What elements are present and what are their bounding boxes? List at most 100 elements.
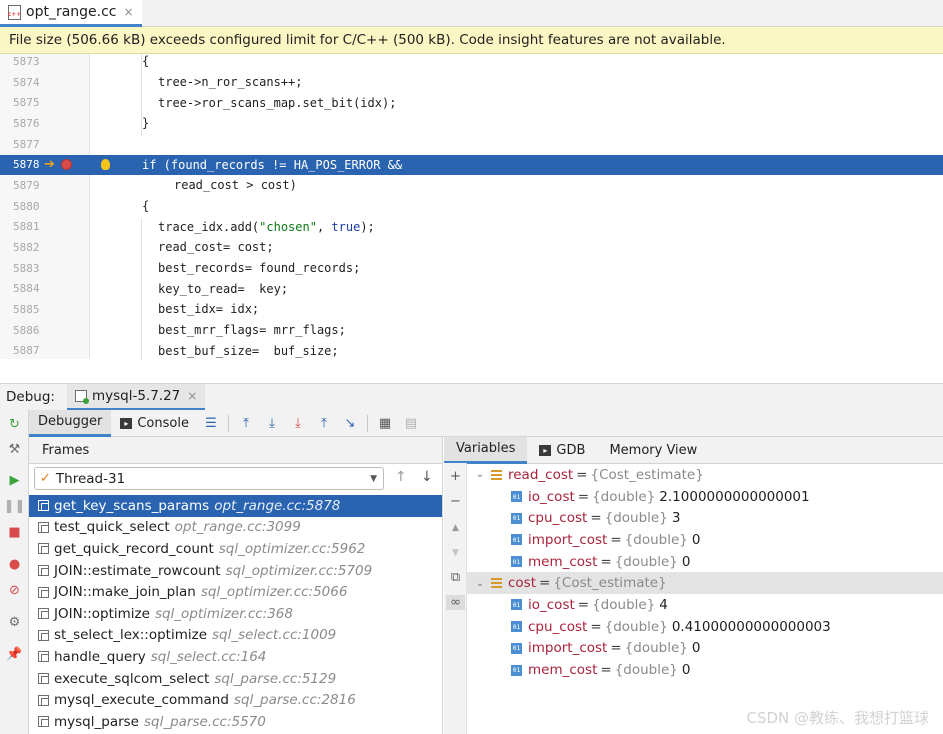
code-text: trace_idx.add("chosen", true); bbox=[158, 220, 375, 234]
frames-header: Frames bbox=[29, 437, 442, 464]
variable-row[interactable]: 01 import_cost = {double} 0 bbox=[467, 529, 943, 551]
code-text: best_records= found_records; bbox=[158, 261, 361, 276]
code-line[interactable]: 5887 best_buf_size= buf_size; bbox=[0, 341, 943, 360]
thread-dropdown[interactable]: ✓ Thread-31 ▼ bbox=[34, 467, 384, 490]
frame-icon bbox=[38, 565, 49, 577]
tab-gdb[interactable]: ▸ GDB bbox=[527, 437, 597, 464]
code-line[interactable]: 5885 best_idx= idx; bbox=[0, 299, 943, 320]
code-line[interactable]: 5877 bbox=[0, 134, 943, 155]
breakpoint-icon[interactable] bbox=[61, 159, 72, 171]
frame-icon bbox=[38, 673, 49, 685]
variable-row[interactable]: 01 mem_cost = {double} 0 bbox=[467, 659, 943, 681]
step-over-icon[interactable]: ⤓ bbox=[259, 410, 285, 437]
code-line[interactable]: 5886 best_mrr_flags= mrr_flags; bbox=[0, 320, 943, 341]
code-line[interactable]: 5884 key_to_read= key; bbox=[0, 279, 943, 300]
frame-row[interactable]: mysql_parse sql_parse.cc:5570 bbox=[29, 711, 442, 733]
run-to-cursor-icon[interactable]: ↘ bbox=[337, 410, 363, 437]
frame-function: JOIN::optimize bbox=[54, 605, 150, 622]
line-number: 5883 bbox=[13, 261, 40, 275]
resume-icon[interactable]: ▶ bbox=[7, 473, 22, 488]
move-down-icon[interactable]: ▼ bbox=[448, 545, 463, 560]
close-session-icon[interactable]: × bbox=[187, 389, 197, 403]
watches-glasses-icon[interactable]: ∞ bbox=[446, 595, 465, 610]
pause-icon[interactable]: ❚❚ bbox=[4, 499, 26, 514]
frame-row[interactable]: JOIN::make_join_plan sql_optimizer.cc:50… bbox=[29, 581, 442, 603]
variable-row[interactable]: 01 import_cost = {double} 0 bbox=[467, 638, 943, 660]
step-into-icon[interactable]: ⤓ bbox=[285, 410, 311, 437]
settings-icon[interactable]: ⚙ bbox=[7, 615, 22, 630]
close-tab-icon[interactable]: × bbox=[124, 5, 134, 19]
equals-sign: = bbox=[590, 510, 602, 527]
code-text: tree->ror_scans_map.set_bit(idx); bbox=[158, 95, 397, 110]
move-up-icon[interactable]: ▲ bbox=[448, 520, 463, 535]
view-breakpoints-icon[interactable]: ● bbox=[7, 557, 22, 572]
code-line[interactable]: 5882 read_cost= cost; bbox=[0, 237, 943, 258]
lightbulb-icon[interactable] bbox=[101, 159, 110, 171]
toolbar-separator bbox=[227, 414, 229, 432]
pin-icon[interactable]: 📌 bbox=[6, 647, 22, 662]
tab-debugger[interactable]: Debugger bbox=[29, 409, 112, 437]
frame-row[interactable]: mysql_execute_command sql_parse.cc:2816 bbox=[29, 689, 442, 711]
code-line[interactable]: 5880 { bbox=[0, 196, 943, 217]
variable-row[interactable]: 01 cpu_cost = {double} 3 bbox=[467, 507, 943, 529]
chevron-down-icon[interactable]: ⌄ bbox=[473, 578, 487, 589]
frame-icon bbox=[38, 586, 49, 598]
frame-row[interactable]: JOIN::optimize sql_optimizer.cc:368 bbox=[29, 603, 442, 625]
variable-row[interactable]: ⌄ read_cost = {Cost_estimate} bbox=[467, 464, 943, 486]
evaluate-expression-icon[interactable]: ▦ bbox=[372, 410, 398, 437]
code-line[interactable]: 5873 { bbox=[0, 54, 943, 72]
code-line[interactable]: 5876 } bbox=[0, 113, 943, 134]
variables-toolbar: + − ▲ ▼ ⧉ ∞ bbox=[444, 463, 467, 734]
code-line[interactable]: 5874 tree->n_ror_scans++; bbox=[0, 72, 943, 93]
variable-name: mem_cost bbox=[528, 662, 598, 679]
tab-memory-view[interactable]: Memory View bbox=[597, 437, 709, 464]
session-label: mysql-5.7.27 bbox=[91, 387, 181, 404]
primitive-field-icon: 01 bbox=[511, 556, 522, 568]
frame-row[interactable]: JOIN::estimate_rowcount sql_optimizer.cc… bbox=[29, 560, 442, 582]
current-execution-line[interactable]: 5878 ➔ if (found_records != HA_POS_ERROR… bbox=[0, 154, 943, 176]
tab-console[interactable]: ▸ Console bbox=[111, 410, 198, 437]
frame-row[interactable]: execute_sqlcom_select sql_parse.cc:5129 bbox=[29, 668, 442, 690]
show-execution-point-icon[interactable]: ⤒ bbox=[233, 410, 259, 437]
frame-row[interactable]: test_quick_select opt_range.cc:3099 bbox=[29, 517, 442, 539]
code-line[interactable]: 5881 trace_idx.add("chosen", true); bbox=[0, 217, 943, 238]
frame-row[interactable]: st_select_lex::optimize sql_select.cc:10… bbox=[29, 625, 442, 647]
frames-panel: Frames ✓ Thread-31 ▼ ↑ ↓ get_key_scans_p… bbox=[29, 437, 443, 734]
rerun-icon[interactable]: ↻ bbox=[7, 417, 22, 432]
variable-row[interactable]: ⌄ cost = {Cost_estimate} bbox=[467, 572, 943, 595]
file-tab-label: opt_range.cc bbox=[26, 4, 117, 20]
mute-breakpoints-icon[interactable]: ⊘ bbox=[7, 583, 22, 598]
add-watch-icon[interactable]: + bbox=[448, 469, 463, 484]
primitive-field-icon: 01 bbox=[511, 621, 522, 633]
previous-frame-icon[interactable]: ↑ bbox=[395, 469, 407, 485]
tab-variables[interactable]: Variables bbox=[444, 436, 528, 464]
line-number: 5880 bbox=[13, 199, 40, 213]
code-line[interactable]: 5875 tree->ror_scans_map.set_bit(idx); bbox=[0, 93, 943, 114]
debug-title: Debug: bbox=[6, 389, 55, 405]
variable-row[interactable]: 01 io_cost = {double} 4 bbox=[467, 594, 943, 616]
tab-console-label: Console bbox=[137, 415, 189, 431]
variable-row[interactable]: 01 io_cost = {double} 2.1000000000000001 bbox=[467, 486, 943, 508]
line-number: 5878 bbox=[13, 158, 40, 172]
step-out-icon[interactable]: ⤒ bbox=[311, 410, 337, 437]
menu-icon[interactable]: ☰ bbox=[198, 410, 224, 437]
next-frame-icon[interactable]: ↓ bbox=[421, 469, 433, 485]
code-editor[interactable]: 5873 { 5874 tree->n_ror_scans++; 5875 tr… bbox=[0, 54, 943, 359]
frame-row[interactable]: get_quick_record_count sql_optimizer.cc:… bbox=[29, 538, 442, 560]
frame-row[interactable]: get_key_scans_params opt_range.cc:5878 bbox=[29, 495, 442, 517]
variable-row[interactable]: 01 cpu_cost = {double} 0.410000000000000… bbox=[467, 616, 943, 638]
variable-row[interactable]: 01 mem_cost = {double} 0 bbox=[467, 551, 943, 573]
frame-row[interactable]: handle_query sql_select.cc:164 bbox=[29, 646, 442, 668]
wrench-icon[interactable]: ⚒ bbox=[7, 442, 22, 457]
layout-icon[interactable]: ▤ bbox=[398, 410, 424, 437]
copy-icon[interactable]: ⧉ bbox=[448, 570, 463, 585]
debug-session-tab[interactable]: mysql-5.7.27 × bbox=[66, 383, 206, 411]
code-line[interactable]: 5883 best_records= found_records; bbox=[0, 258, 943, 279]
frame-location: sql_optimizer.cc:368 bbox=[154, 605, 293, 622]
stop-icon[interactable]: ■ bbox=[7, 525, 22, 540]
chevron-down-icon[interactable]: ⌄ bbox=[473, 469, 487, 480]
file-tab[interactable]: c++ opt_range.cc × bbox=[0, 0, 142, 27]
remove-watch-icon[interactable]: − bbox=[448, 494, 463, 509]
code-line[interactable]: 5879 read_cost > cost) bbox=[0, 175, 943, 196]
variable-value: 3 bbox=[671, 510, 681, 527]
